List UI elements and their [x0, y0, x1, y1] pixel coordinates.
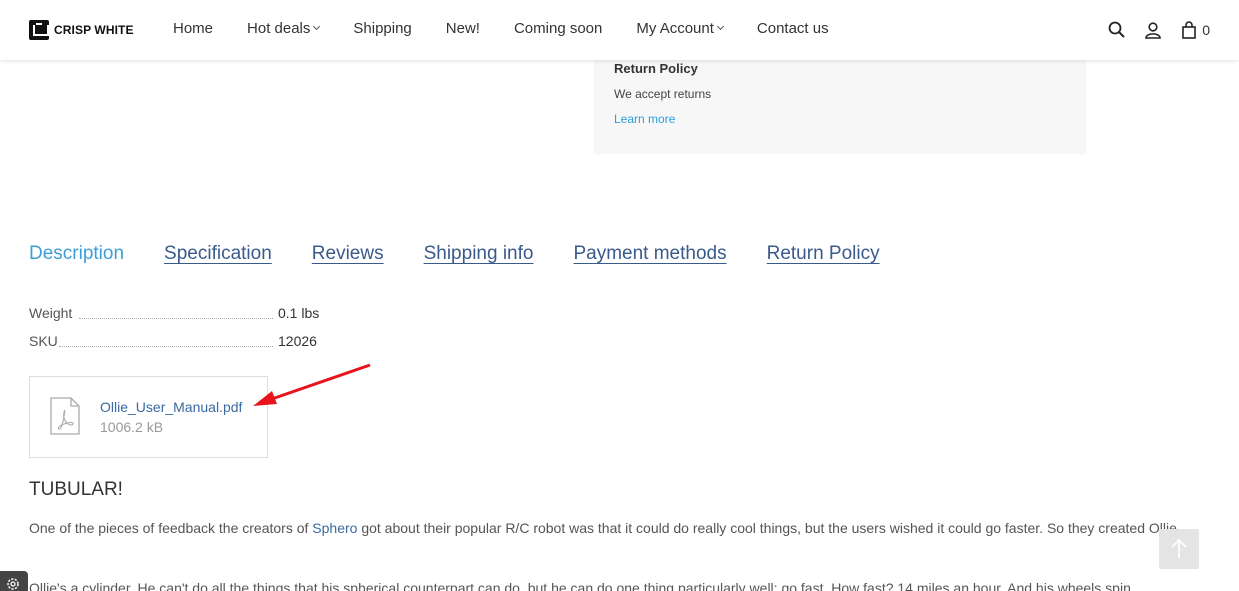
logo[interactable]: CRISP WHITE [29, 20, 134, 40]
policy-title: Return Policy [614, 61, 698, 76]
header-icons: 0 [1091, 20, 1210, 40]
logo-text: CRISP WHITE [54, 23, 134, 37]
tab-shipping-info[interactable]: Shipping info [424, 243, 534, 265]
sphero-link[interactable]: Sphero [312, 520, 357, 536]
learn-more-link[interactable]: Learn more [614, 112, 675, 126]
spec-label: Weight [29, 305, 73, 321]
tab-description[interactable]: Description [29, 243, 124, 265]
logo-icon [29, 20, 49, 40]
spec-label: SKU [29, 333, 58, 349]
attachment-size: 1006.2 kB [100, 419, 164, 435]
description-text: Ollie's a cylinder. He can't do all the … [29, 580, 1131, 591]
nav-coming-soon[interactable]: Coming soon [514, 20, 602, 37]
site-header: CRISP WHITE Home Hot deals Shipping New!… [0, 0, 1239, 60]
gear-icon [7, 578, 19, 590]
main-nav: Home Hot deals Shipping New! Coming soon… [173, 20, 863, 37]
description-paragraph: One of the pieces of feedback the creato… [29, 518, 1209, 538]
nav-contact-us[interactable]: Contact us [757, 20, 829, 37]
return-policy-panel: Return Policy We accept returns Learn mo… [594, 48, 1086, 154]
nav-my-account[interactable]: My Account [636, 20, 724, 37]
nav-label: Home [173, 20, 214, 37]
description-text: got about their popular R/C robot was th… [357, 520, 1181, 536]
attachment-link[interactable]: Ollie_User_Manual.pdf [100, 399, 242, 415]
cart-icon[interactable] [1179, 20, 1199, 40]
tab-specification[interactable]: Specification [164, 243, 272, 265]
product-tabs: Description Specification Reviews Shippi… [29, 243, 920, 265]
settings-button[interactable] [0, 571, 28, 591]
spec-value: 12026 [278, 333, 317, 349]
nav-new[interactable]: New! [446, 20, 480, 37]
chevron-down-icon [716, 22, 724, 31]
description-title: TUBULAR! [29, 479, 123, 500]
tab-reviews[interactable]: Reviews [312, 243, 384, 265]
tab-return-policy[interactable]: Return Policy [767, 243, 880, 265]
nav-hot-deals[interactable]: Hot deals [247, 20, 321, 37]
pdf-icon [50, 397, 80, 435]
nav-home[interactable]: Home [173, 20, 213, 37]
annotation-arrow-icon [253, 363, 371, 406]
arrow-up-icon [1171, 538, 1187, 558]
description-paragraph: Ollie's a cylinder. He can't do all the … [29, 578, 1209, 591]
nav-label: Contact us [756, 20, 829, 37]
nav-label: New! [445, 20, 480, 37]
nav-shipping[interactable]: Shipping [353, 20, 411, 37]
attachment-card[interactable]: Ollie_User_Manual.pdf 1006.2 kB [29, 376, 268, 458]
nav-label: My Account [636, 20, 714, 37]
cart-count: 0 [1202, 22, 1210, 38]
search-icon[interactable] [1107, 20, 1127, 40]
scroll-to-top-button[interactable] [1159, 529, 1199, 569]
chevron-down-icon [313, 22, 321, 31]
spec-row-weight: Weight 0.1 lbs [29, 305, 329, 325]
policy-text: We accept returns [614, 87, 712, 101]
spec-value: 0.1 lbs [278, 305, 320, 321]
spec-divider [59, 346, 273, 347]
nav-label: Coming soon [513, 20, 603, 37]
spec-divider [79, 318, 273, 319]
nav-label: Hot deals [247, 20, 311, 37]
description-text: One of the pieces of feedback the creato… [29, 520, 313, 536]
nav-label: Shipping [353, 20, 412, 37]
user-icon[interactable] [1143, 20, 1163, 40]
spec-row-sku: SKU 12026 [29, 333, 329, 353]
tab-payment-methods[interactable]: Payment methods [573, 243, 726, 265]
